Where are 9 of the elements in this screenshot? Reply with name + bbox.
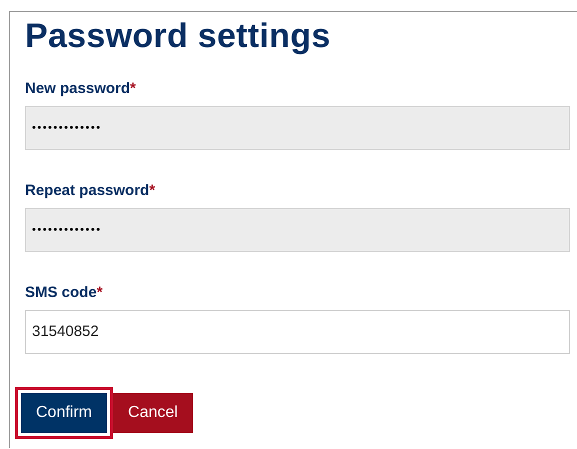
cancel-button[interactable]: Cancel xyxy=(113,393,193,433)
password-field[interactable]: ••••••••••••• xyxy=(25,106,570,150)
input-field[interactable]: 31540852 xyxy=(25,310,570,354)
confirm-button[interactable]: Confirm xyxy=(21,393,108,433)
field-label: SMS code* xyxy=(25,284,103,302)
page-title: Password settings xyxy=(25,16,332,56)
field-label: New password* xyxy=(25,80,136,98)
field-label: Repeat password* xyxy=(25,182,156,200)
password-field[interactable]: ••••••••••••• xyxy=(25,208,570,252)
